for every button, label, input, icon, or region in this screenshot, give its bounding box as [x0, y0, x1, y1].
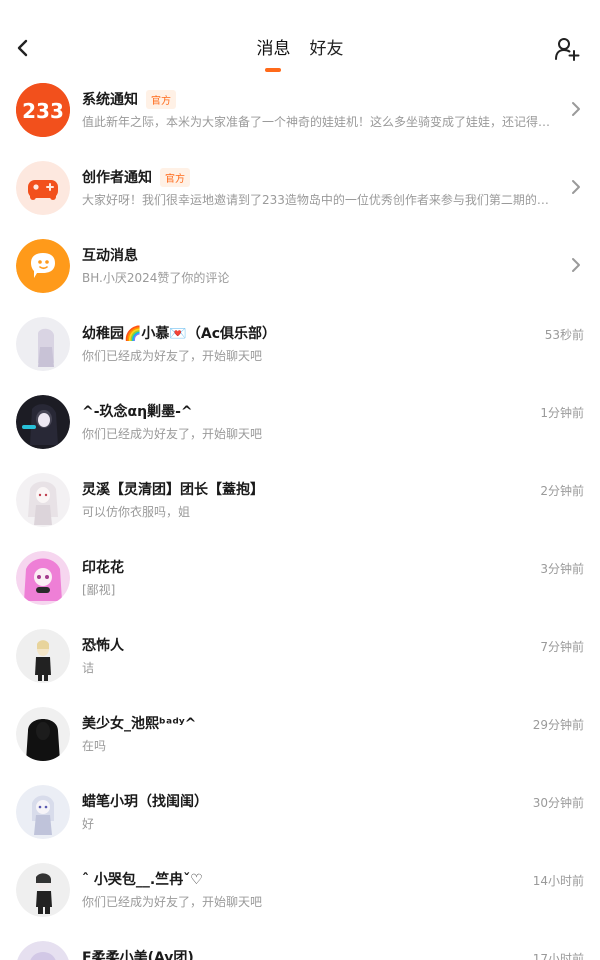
conversation-preview: 你们已经成为好友了，开始聊天吧 — [82, 895, 263, 909]
conversation-name: 恐怖人 — [82, 638, 124, 654]
conversation-name: 美少女_池熙ᵇᵃᵈʸ^ — [82, 716, 197, 732]
tab-messages[interactable]: 消息 — [256, 34, 291, 72]
conversation-preview: 你们已经成为好友了，开始聊天吧 — [82, 349, 263, 363]
chevron-right-icon — [572, 258, 580, 272]
conversation-name: 系统通知 — [82, 92, 138, 108]
message-time: 1分钟前 — [540, 406, 584, 420]
conversation-preview: 可以仿你衣服吗，姐 — [82, 505, 191, 519]
user-avatar — [16, 629, 70, 683]
list-item-creator-notice[interactable]: 创作者通知 官方 大家好呀！我们很幸运地邀请到了233造物岛中的一位优秀创作者来… — [0, 150, 600, 228]
message-time: 29分钟前 — [532, 718, 584, 732]
list-item-conversation[interactable]: 蜡笔小玥（找闺闺） 好 30分钟前 — [0, 774, 600, 852]
conversation-name: 蜡笔小玥（找闺闺） — [82, 794, 208, 810]
user-avatar — [16, 551, 70, 605]
conversation-preview: 大家好呀！我们很幸运地邀请到了233造物岛中的一位优秀创作者来参与我们第二期的面… — [82, 193, 560, 207]
svg-text:233: 233 — [22, 99, 64, 123]
message-time: 17小时前 — [532, 952, 584, 960]
conversation-name: ^-玖念αη剿墨-^ — [82, 404, 193, 420]
conversation-preview: [鄙视] — [82, 583, 116, 597]
chevron-right-icon — [572, 102, 580, 116]
conversation-name: 灵溪【灵清团】团长【蓋抱】 — [82, 482, 264, 498]
conversation-name: 印花花 — [82, 560, 124, 576]
chevron-right-icon — [572, 180, 580, 194]
conversation-preview: 值此新年之际，本米为大家准备了一个神奇的娃娃机！这么多坐骑变成了娃娃，还记得他… — [82, 115, 560, 129]
list-item-conversation[interactable]: ^-玖念αη剿墨-^ 你们已经成为好友了，开始聊天吧 1分钟前 — [0, 384, 600, 462]
top-bar: 消息 好友 — [0, 0, 600, 78]
user-avatar — [16, 395, 70, 449]
233-logo-icon: 233 — [16, 83, 70, 137]
list-item-conversation[interactable]: 灵溪【灵清团】团长【蓋抱】 可以仿你衣服吗，姐 2分钟前 — [0, 462, 600, 540]
conversation-preview: BH.小厌2024赞了你的评论 — [82, 271, 230, 285]
user-avatar — [16, 317, 70, 371]
list-item-conversation[interactable]: 恐怖人 诘 7分钟前 — [0, 618, 600, 696]
official-badge: 官方 — [160, 167, 190, 187]
tab-friends-label: 好友 — [309, 39, 344, 59]
message-time: 7分钟前 — [540, 640, 584, 654]
official-badge: 官方 — [146, 89, 176, 109]
user-avatar — [16, 473, 70, 527]
conversation-name: ˆ 小哭包__.竺冉ˇ♡ — [82, 872, 203, 888]
list-item-conversation[interactable]: ˆ 小哭包__.竺冉ˇ♡ 你们已经成为好友了，开始聊天吧 14小时前 — [0, 852, 600, 930]
user-avatar — [16, 863, 70, 917]
list-item-system-notice[interactable]: 233 系统通知 官方 值此新年之际，本米为大家准备了一个神奇的娃娃机！这么多坐… — [0, 72, 600, 150]
list-item-conversation[interactable]: F柔柔小美(Ay团) 17小时前 — [0, 930, 600, 960]
message-time: 14小时前 — [532, 874, 584, 888]
chat-bubble-icon — [16, 239, 70, 293]
conversation-preview: 你们已经成为好友了，开始聊天吧 — [82, 427, 263, 441]
tab-friends[interactable]: 好友 — [310, 34, 344, 59]
list-item-conversation[interactable]: 幼稚园🌈小慕💌（Ac俱乐部） 你们已经成为好友了，开始聊天吧 53秒前 — [0, 306, 600, 384]
message-time: 3分钟前 — [540, 562, 584, 576]
user-avatar — [16, 785, 70, 839]
user-avatar — [16, 707, 70, 761]
user-avatar — [16, 941, 70, 960]
add-friend-icon[interactable] — [554, 36, 580, 62]
gamepad-icon — [16, 161, 70, 215]
message-time: 2分钟前 — [540, 484, 584, 498]
message-time: 30分钟前 — [532, 796, 584, 810]
conversation-preview: 好 — [82, 817, 95, 831]
list-item-interaction[interactable]: 互动消息 BH.小厌2024赞了你的评论 — [0, 228, 600, 306]
tab-messages-label: 消息 — [256, 39, 291, 59]
message-list: 233 系统通知 官方 值此新年之际，本米为大家准备了一个神奇的娃娃机！这么多坐… — [0, 72, 600, 960]
message-time: 53秒前 — [544, 328, 584, 342]
conversation-name: 互动消息 — [82, 248, 138, 264]
conversation-preview: 在吗 — [82, 739, 107, 753]
list-item-conversation[interactable]: 印花花 [鄙视] 3分钟前 — [0, 540, 600, 618]
tab-bar: 消息 好友 — [0, 34, 600, 74]
conversation-name: 创作者通知 — [82, 170, 152, 186]
list-item-conversation[interactable]: 美少女_池熙ᵇᵃᵈʸ^ 在吗 29分钟前 — [0, 696, 600, 774]
conversation-name: F柔柔小美(Ay团) — [82, 950, 194, 960]
conversation-preview: 诘 — [82, 661, 95, 675]
conversation-name: 幼稚园🌈小慕💌（Ac俱乐部） — [82, 326, 276, 342]
